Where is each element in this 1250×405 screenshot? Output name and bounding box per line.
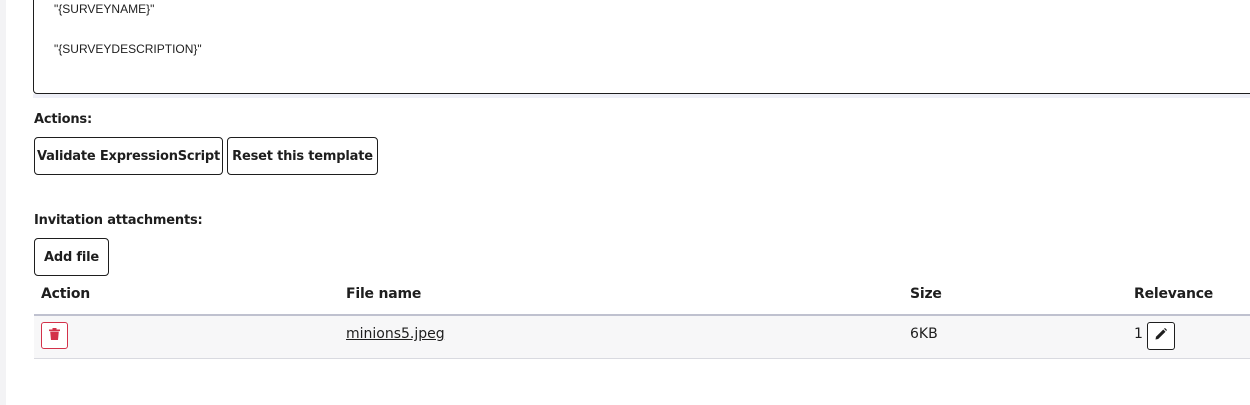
actions-label: Actions: — [34, 112, 92, 127]
trash-icon — [49, 327, 60, 345]
column-header-size: Size — [910, 286, 942, 302]
column-header-action: Action — [41, 286, 91, 302]
attachment-relevance: 1 — [1134, 326, 1143, 342]
pencil-icon — [1155, 327, 1167, 345]
add-file-button[interactable]: Add file — [34, 238, 109, 276]
attachment-size: 6KB — [910, 326, 938, 342]
column-header-relevance: Relevance — [1134, 286, 1214, 302]
attachment-file-name-link[interactable]: minions5.jpeg — [346, 326, 445, 342]
edit-relevance-button[interactable] — [1147, 322, 1175, 350]
validate-expressionscript-button[interactable]: Validate ExpressionScript — [34, 137, 223, 175]
invitation-attachments-label: Invitation attachments: — [34, 213, 203, 228]
editor-line-survey-name: "{SURVEYNAME}" — [54, 2, 155, 16]
editor-divider — [33, 94, 1250, 98]
left-rail — [0, 0, 6, 405]
email-body-editor[interactable]: "{SURVEYNAME}" "{SURVEYDESCRIPTION}" — [33, 0, 1250, 94]
table-row: minions5.jpeg 6KB 1 — [34, 316, 1250, 359]
column-header-file-name: File name — [346, 286, 422, 302]
reset-template-button[interactable]: Reset this template — [227, 137, 378, 175]
delete-attachment-button[interactable] — [41, 322, 68, 349]
editor-line-survey-description: "{SURVEYDESCRIPTION}" — [54, 42, 202, 56]
